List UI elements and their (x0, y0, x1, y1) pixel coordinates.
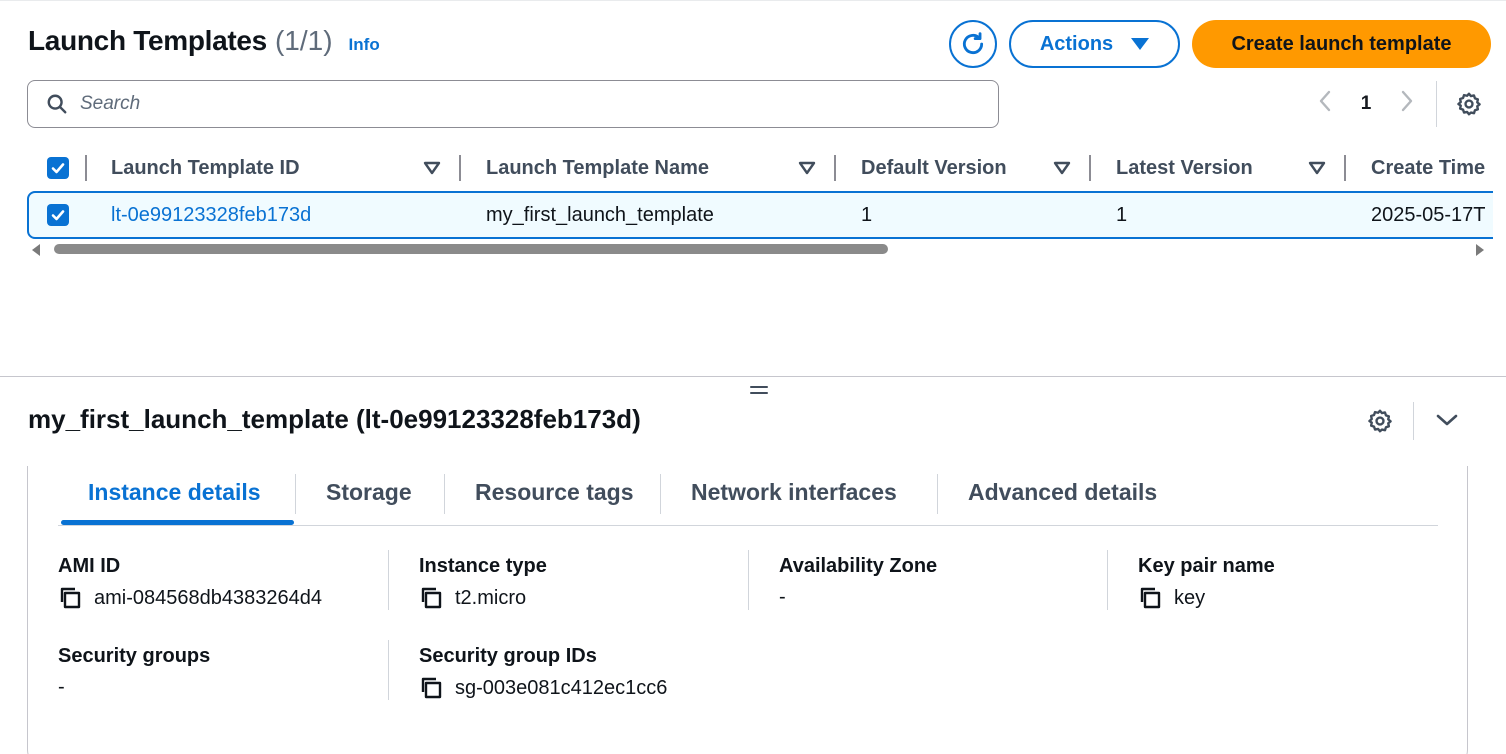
create-time-cell: 2025-05-17T (1371, 203, 1486, 226)
security-groups-field: Security groups - (58, 645, 210, 699)
actions-button[interactable]: Actions (1009, 20, 1180, 68)
split-panel-divider (0, 376, 1506, 377)
refresh-icon (962, 32, 984, 55)
table-row[interactable]: lt-0e99123328feb173d my_first_launch_tem… (27, 191, 1493, 239)
ami-id-field: AMI ID ami-084568db4383264d4 (58, 555, 322, 610)
gear-icon (1457, 92, 1481, 116)
launch-templates-table: Launch Template ID Launch Template Name … (27, 147, 1493, 241)
launch-template-id-link[interactable]: lt-0e99123328feb173d (111, 193, 311, 237)
page-title: Launch Templates (28, 25, 267, 56)
info-link[interactable]: Info (349, 35, 380, 55)
actions-label: Actions (1039, 32, 1114, 55)
security-groups-label: Security groups (58, 645, 211, 667)
default-version-cell: 1 (861, 203, 873, 226)
ami-id-label: AMI ID (58, 555, 121, 577)
security-group-ids-label: Security group IDs (419, 645, 597, 667)
chevron-down-icon (1436, 414, 1458, 426)
scroll-left-icon[interactable] (32, 244, 40, 256)
checkbox-checked-icon (47, 157, 69, 179)
selection-count: (1/1) (274, 25, 333, 56)
tab-network-interfaces[interactable]: Network interfaces (661, 470, 927, 514)
copy-icon[interactable] (1138, 586, 1162, 610)
active-tab-indicator (61, 520, 294, 525)
search-box[interactable] (27, 80, 999, 128)
caret-down-icon (1131, 38, 1150, 50)
divider (1413, 402, 1414, 440)
copy-icon[interactable] (58, 586, 82, 610)
copy-icon[interactable] (419, 676, 443, 700)
availability-zone-field: Availability Zone - (779, 555, 937, 609)
horizontal-scrollbar[interactable] (30, 241, 1490, 257)
chevron-left-icon[interactable] (1312, 90, 1338, 118)
key-pair-name-value: key (1174, 586, 1206, 609)
copy-icon[interactable] (419, 586, 443, 610)
split-panel-preferences-button[interactable] (1367, 408, 1393, 439)
sort-icon[interactable] (1053, 161, 1071, 175)
instance-type-label: Instance type (419, 555, 547, 577)
search-icon (47, 94, 67, 114)
column-header-default-version[interactable]: Default Version (861, 147, 1007, 189)
column-divider (459, 155, 461, 181)
tab-resource-tags[interactable]: Resource tags (445, 470, 664, 514)
gear-icon (1368, 409, 1392, 433)
column-divider (834, 155, 836, 181)
column-divider (85, 155, 87, 181)
column-divider (388, 550, 389, 610)
column-divider (748, 550, 749, 610)
column-header-launch-template-name[interactable]: Launch Template Name (486, 147, 709, 189)
select-all-checkbox[interactable] (47, 147, 69, 189)
ami-id-value: ami-084568db4383264d4 (94, 586, 322, 609)
divider (1436, 81, 1437, 127)
tab-instance-details[interactable]: Instance details (58, 470, 291, 514)
sort-icon[interactable] (423, 161, 441, 175)
availability-zone-value: - (779, 586, 786, 608)
sort-icon[interactable] (1308, 161, 1326, 175)
instance-type-field: Instance type t2.micro (419, 555, 547, 610)
key-pair-name-label: Key pair name (1138, 555, 1275, 577)
security-group-ids-field: Security group IDs sg-003e081c412ec1cc6 (419, 645, 667, 700)
row-checkbox[interactable] (47, 193, 69, 237)
instance-type-value: t2.micro (455, 586, 527, 609)
column-divider (388, 640, 389, 700)
table-header: Launch Template ID Launch Template Name … (27, 147, 1493, 189)
create-launch-template-button[interactable]: Create launch template (1192, 20, 1491, 68)
tab-storage[interactable]: Storage (296, 470, 442, 514)
column-header-launch-template-id[interactable]: Launch Template ID (111, 147, 300, 189)
launch-templates-panel: Launch Templates (1/1) Info Actions Crea… (0, 0, 1506, 376)
availability-zone-label: Availability Zone (779, 555, 938, 577)
sort-icon[interactable] (798, 161, 816, 175)
scroll-right-icon[interactable] (1476, 244, 1484, 256)
column-divider (1107, 550, 1108, 610)
launch-template-name-cell: my_first_launch_template (486, 203, 714, 226)
tab-advanced-details[interactable]: Advanced details (938, 470, 1187, 514)
refresh-button[interactable] (949, 20, 997, 68)
detail-panel-title: my_first_launch_template (lt-0e99123328f… (28, 404, 641, 434)
column-header-create-time[interactable]: Create Time (1371, 147, 1485, 189)
table-preferences-button[interactable] (1456, 91, 1482, 122)
pagination: 1 (1312, 87, 1420, 121)
column-header-latest-version[interactable]: Latest Version (1116, 147, 1253, 189)
column-divider (1089, 155, 1091, 181)
page-number[interactable]: 1 (1338, 93, 1394, 115)
security-groups-value: - (58, 676, 65, 698)
checkbox-checked-icon (47, 204, 69, 226)
drag-handle-icon[interactable] (750, 386, 768, 398)
search-input[interactable] (80, 93, 880, 115)
collapse-panel-button[interactable] (1436, 412, 1458, 433)
security-group-ids-value: sg-003e081c412ec1cc6 (455, 676, 668, 699)
latest-version-cell: 1 (1116, 203, 1128, 226)
scrollbar-thumb[interactable] (54, 244, 888, 254)
page-header: Launch Templates (1/1) Info (28, 25, 380, 57)
chevron-right-icon[interactable] (1394, 90, 1420, 118)
column-divider (1344, 155, 1346, 181)
key-pair-name-field: Key pair name key (1138, 555, 1275, 610)
detail-tabs: Instance details Storage Resource tags N… (58, 470, 1438, 526)
